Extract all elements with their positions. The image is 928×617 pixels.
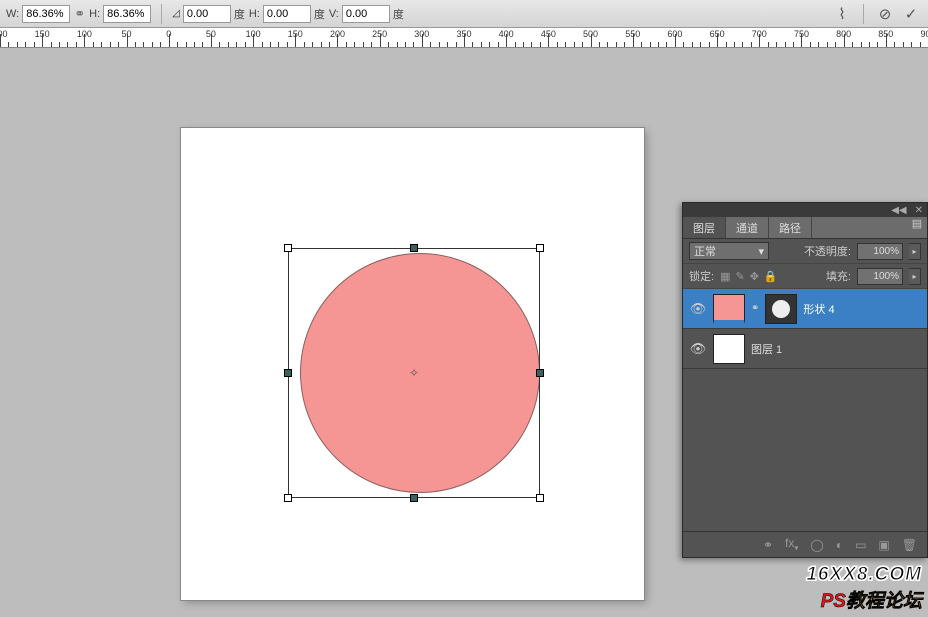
collapse-icon[interactable]: ◀◀: [891, 205, 906, 216]
hskew-unit: 度: [314, 6, 325, 22]
watermark-url: 16XX8.COM: [806, 564, 922, 586]
layers-panel-footer: ⚭ fx▾ ◯ ◐ ▭ ▣ 🗑: [683, 531, 927, 557]
vskew-input[interactable]: [342, 5, 390, 23]
transform-handle-top[interactable]: [410, 244, 418, 252]
panel-menu-icon[interactable]: ▤: [907, 217, 927, 238]
width-field: W:: [6, 5, 70, 23]
visibility-eye-icon[interactable]: 👁: [689, 300, 707, 318]
hskew-label: H:: [249, 8, 260, 20]
panel-titlebar[interactable]: ◀◀ ✕: [683, 203, 927, 217]
link-aspect-icon[interactable]: ⚭: [74, 6, 85, 22]
mask-link-icon[interactable]: ⚭: [751, 303, 759, 314]
layer-row[interactable]: 👁 ⚭ 形状 4: [683, 289, 927, 329]
visibility-eye-icon[interactable]: 👁: [689, 340, 707, 358]
watermark-text: PS教程论坛: [806, 586, 922, 613]
height-label: H:: [89, 8, 100, 20]
new-layer-icon[interactable]: ▣: [878, 538, 889, 552]
cancel-transform-icon[interactable]: ⊘: [874, 3, 896, 25]
hskew-input[interactable]: [263, 5, 311, 23]
transform-handle-bottom-left[interactable]: [284, 494, 292, 502]
commit-transform-icon[interactable]: ✓: [900, 3, 922, 25]
new-group-icon[interactable]: ▭: [855, 538, 866, 552]
fill-arrow-icon[interactable]: ▸: [909, 268, 921, 285]
angle-unit: 度: [234, 6, 245, 22]
link-layers-icon[interactable]: ⚭: [763, 538, 773, 552]
blend-mode-select[interactable]: 正常▾: [689, 242, 769, 260]
separator: [161, 4, 162, 24]
horizontal-ruler: 2001501005005010015020025030035040045050…: [0, 28, 928, 48]
vskew-label: V:: [329, 8, 339, 20]
fill-value[interactable]: 100%: [857, 268, 903, 285]
panel-tabs: 图层 通道 路径 ▤: [683, 217, 927, 239]
tab-layers[interactable]: 图层: [683, 217, 726, 238]
angle-field: ◿ 度: [172, 5, 245, 23]
angle-input[interactable]: [183, 5, 231, 23]
delete-layer-icon[interactable]: 🗑: [902, 538, 917, 552]
transform-options-bar: W: ⚭ H: ◿ 度 H: 度 V: 度 ⌇ ⊘ ✓: [0, 0, 928, 28]
watermark: 16XX8.COM PS教程论坛: [806, 564, 922, 613]
angle-icon: ◿: [172, 8, 180, 19]
vskew-unit: 度: [393, 6, 404, 22]
lock-icons: ▦ ✎ ✥ 🔒: [720, 270, 778, 283]
height-input[interactable]: [103, 5, 151, 23]
transform-handle-bottom-right[interactable]: [536, 494, 544, 502]
tab-channels[interactable]: 通道: [726, 217, 769, 238]
layer-thumbnail[interactable]: [713, 334, 745, 364]
transform-bounding-box[interactable]: ✧: [288, 248, 540, 498]
vskew-field: V: 度: [329, 5, 404, 23]
lock-label: 锁定:: [689, 268, 714, 284]
layer-name[interactable]: 图层 1: [751, 341, 782, 357]
layer-thumbnail[interactable]: [713, 294, 745, 324]
lock-pixels-icon[interactable]: ✎: [735, 270, 744, 283]
layers-panel: ◀◀ ✕ 图层 通道 路径 ▤ 正常▾ 不透明度: 100% ▸ 锁定: ▦ ✎…: [682, 202, 928, 558]
lock-transparency-icon[interactable]: ▦: [720, 270, 730, 283]
warp-mode-icon[interactable]: ⌇: [831, 3, 853, 25]
lock-all-icon[interactable]: 🔒: [764, 270, 778, 283]
transform-handle-left[interactable]: [284, 369, 292, 377]
close-panel-icon[interactable]: ✕: [915, 205, 923, 216]
layer-row[interactable]: 👁 图层 1: [683, 329, 927, 369]
transform-handle-right[interactable]: [536, 369, 544, 377]
separator: [863, 4, 864, 24]
transform-handle-top-right[interactable]: [536, 244, 544, 252]
layer-name[interactable]: 形状 4: [803, 301, 834, 317]
height-field: H:: [89, 5, 151, 23]
transform-handle-top-left[interactable]: [284, 244, 292, 252]
hskew-field: H: 度: [249, 5, 325, 23]
vector-mask-thumbnail[interactable]: [765, 294, 797, 324]
layers-list: 👁 ⚭ 形状 4 👁 图层 1: [683, 289, 927, 531]
tab-paths[interactable]: 路径: [769, 217, 812, 238]
layer-style-icon[interactable]: fx▾: [785, 536, 798, 552]
fill-label: 填充:: [826, 268, 851, 284]
opacity-value[interactable]: 100%: [857, 243, 903, 260]
lock-position-icon[interactable]: ✥: [750, 270, 759, 283]
adjustment-layer-icon[interactable]: ◐: [836, 538, 843, 552]
lock-fill-row: 锁定: ▦ ✎ ✥ 🔒 填充: 100% ▸: [683, 264, 927, 289]
transform-handle-bottom[interactable]: [410, 494, 418, 502]
workspace: ✧ ◀◀ ✕ 图层 通道 路径 ▤ 正常▾ 不透明度: 100% ▸ 锁定: ▦…: [0, 48, 928, 617]
blend-opacity-row: 正常▾ 不透明度: 100% ▸: [683, 239, 927, 264]
width-label: W:: [6, 8, 19, 20]
opacity-arrow-icon[interactable]: ▸: [909, 243, 921, 260]
width-input[interactable]: [22, 5, 70, 23]
opacity-label: 不透明度:: [804, 243, 851, 259]
add-mask-icon[interactable]: ◯: [810, 538, 823, 552]
transform-center-icon[interactable]: ✧: [409, 366, 419, 380]
